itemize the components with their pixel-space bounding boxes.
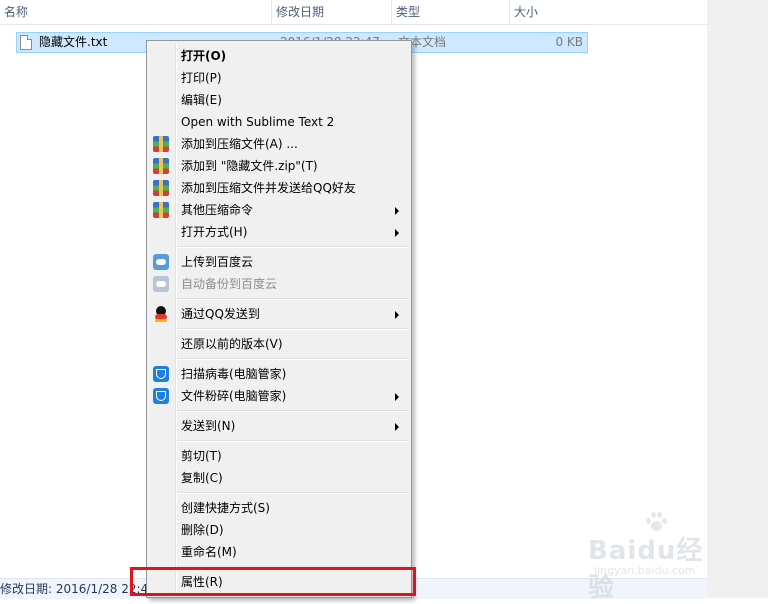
menu-item-print[interactable]: 打印(P) xyxy=(149,67,409,89)
menu-item-upload-baidu[interactable]: 上传到百度云 xyxy=(149,251,409,273)
winrar-icon xyxy=(153,136,169,152)
menu-item-rename[interactable]: 重命名(M) xyxy=(149,541,409,563)
menu-separator xyxy=(177,298,409,300)
menu-item-delete[interactable]: 删除(D) xyxy=(149,519,409,541)
sort-arrow-icon: ^ xyxy=(138,0,145,5)
submenu-arrow-icon xyxy=(395,229,399,237)
menu-item-label: 剪切(T) xyxy=(181,449,222,463)
menu-item-label: 发送到(N) xyxy=(181,419,236,433)
menu-item-copy[interactable]: 复制(C) xyxy=(149,467,409,489)
menu-item-label: 自动备份到百度云 xyxy=(181,277,278,291)
text-file-icon xyxy=(20,35,32,50)
window-right-edge xyxy=(707,0,768,598)
menu-item-shred-file[interactable]: 文件粉碎(电脑管家) xyxy=(149,385,409,407)
menu-item-label: 删除(D) xyxy=(181,523,224,537)
submenu-arrow-icon xyxy=(395,311,399,319)
menu-item-label: 打印(P) xyxy=(181,71,222,85)
menu-separator xyxy=(177,246,409,248)
winrar-icon xyxy=(153,202,169,218)
menu-item-open-with-sublime[interactable]: Open with Sublime Text 2 xyxy=(149,111,409,133)
menu-item-auto-backup: 自动备份到百度云 xyxy=(149,273,409,295)
menu-item-create-shortcut[interactable]: 创建快捷方式(S) xyxy=(149,497,409,519)
menu-item-label: 创建快捷方式(S) xyxy=(181,501,270,515)
column-type-header[interactable]: 类型 xyxy=(392,0,510,24)
menu-item-label: 复制(C) xyxy=(181,471,223,485)
menu-item-add-to-archive[interactable]: 添加到压缩文件(A) ... xyxy=(149,133,409,155)
menu-item-add-and-send-qq[interactable]: 添加到压缩文件并发送给QQ好友 xyxy=(149,177,409,199)
menu-separator xyxy=(177,492,409,494)
baidu-jingyan-watermark: Baidu经验 jingyan.baidu.com xyxy=(588,512,708,603)
menu-item-label: 添加到压缩文件并发送给QQ好友 xyxy=(181,181,356,195)
menu-item-label: 文件粉碎(电脑管家) xyxy=(181,389,287,403)
column-name-header[interactable]: 名称 xyxy=(0,0,272,24)
menu-item-add-to-zip[interactable]: 添加到 "隐藏文件.zip"(T) xyxy=(149,155,409,177)
context-menu: 打开(O) 打印(P) 编辑(E) Open with Sublime Text… xyxy=(146,40,412,598)
menu-item-label: 添加到压缩文件(A) ... xyxy=(181,137,298,151)
menu-item-label: Open with Sublime Text 2 xyxy=(181,115,335,129)
menu-separator xyxy=(177,358,409,360)
paw-logo-icon xyxy=(646,512,668,532)
menu-item-send-via-qq[interactable]: 通过QQ发送到 xyxy=(149,303,409,325)
baidu-cloud-icon xyxy=(153,276,169,292)
watermark-url: jingyan.baidu.com xyxy=(594,564,696,577)
highlight-annotation-box xyxy=(130,567,416,596)
file-size: 0 KB xyxy=(555,35,583,49)
winrar-icon xyxy=(153,158,169,174)
menu-item-label: 其他压缩命令 xyxy=(181,203,254,217)
menu-item-label: 上传到百度云 xyxy=(181,255,254,269)
menu-separator xyxy=(177,410,409,412)
menu-item-open-with[interactable]: 打开方式(H) xyxy=(149,221,409,243)
column-header: 名称 ^ 修改日期 类型 大小 xyxy=(0,0,707,25)
menu-item-label: 通过QQ发送到 xyxy=(181,307,260,321)
menu-item-scan-virus[interactable]: 扫描病毒(电脑管家) xyxy=(149,363,409,385)
menu-item-send-to[interactable]: 发送到(N) xyxy=(149,415,409,437)
submenu-arrow-icon xyxy=(395,207,399,215)
column-size-header[interactable]: 大小 xyxy=(510,0,594,24)
menu-item-cut[interactable]: 剪切(T) xyxy=(149,445,409,467)
menu-item-other-compress[interactable]: 其他压缩命令 xyxy=(149,199,409,221)
baidu-cloud-icon xyxy=(153,254,169,270)
pc-manager-shield-icon xyxy=(153,366,169,382)
submenu-arrow-icon xyxy=(395,393,399,401)
menu-item-open[interactable]: 打开(O) xyxy=(149,45,409,67)
menu-separator xyxy=(177,328,409,330)
file-name: 隐藏文件.txt xyxy=(39,35,108,49)
menu-item-edit[interactable]: 编辑(E) xyxy=(149,89,409,111)
menu-item-label: 扫描病毒(电脑管家) xyxy=(181,367,287,381)
pc-manager-shield-icon xyxy=(153,388,169,404)
menu-item-restore-versions[interactable]: 还原以前的版本(V) xyxy=(149,333,409,355)
menu-item-label: 打开(O) xyxy=(181,49,227,63)
menu-item-label: 打开方式(H) xyxy=(181,225,248,239)
menu-item-label: 添加到 "隐藏文件.zip"(T) xyxy=(181,159,318,173)
submenu-arrow-icon xyxy=(395,423,399,431)
menu-item-label: 编辑(E) xyxy=(181,93,222,107)
winrar-icon xyxy=(153,180,169,196)
menu-item-label: 重命名(M) xyxy=(181,545,237,559)
qq-penguin-icon xyxy=(153,306,169,322)
menu-separator xyxy=(177,440,409,442)
column-date-header[interactable]: 修改日期 xyxy=(272,0,392,24)
menu-item-label: 还原以前的版本(V) xyxy=(181,337,283,351)
